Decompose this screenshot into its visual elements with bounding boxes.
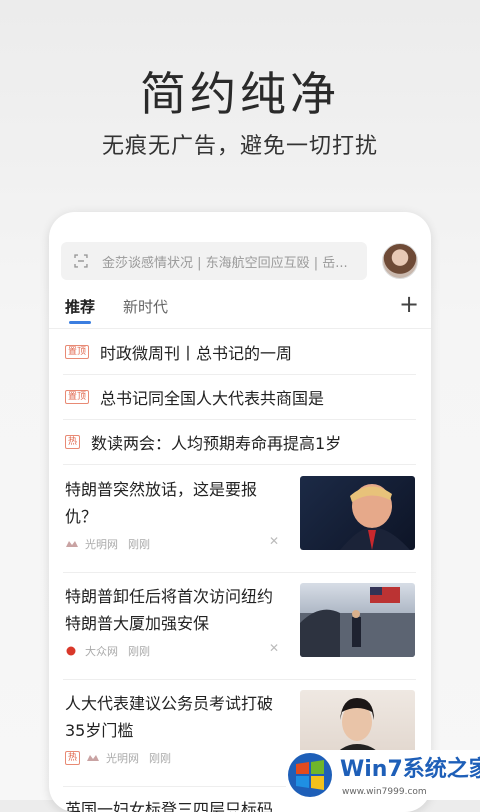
add-channel-button[interactable]: + bbox=[399, 290, 419, 318]
pinned-badge: 置顶 bbox=[65, 390, 90, 404]
news-title: 特朗普卸任后将首次访问纽约特朗普大厦加强安保 bbox=[65, 587, 274, 633]
search-bar[interactable]: 金莎谈感情状况 | 东海航空回应互殴 | 岳... bbox=[61, 242, 367, 280]
news-thumbnail bbox=[300, 583, 415, 657]
news-source: 大众网 bbox=[85, 645, 118, 658]
app-preview: 金莎谈感情状况 | 东海航空回应互殴 | 岳... 推荐 新时代 + 置顶 时政… bbox=[49, 212, 431, 812]
dismiss-icon[interactable]: ✕ bbox=[269, 534, 279, 548]
news-source: 光明网 bbox=[106, 752, 140, 765]
source-logo-icon bbox=[87, 755, 100, 761]
news-title: 英国一妇女标登三四层只标码 bbox=[65, 800, 274, 812]
pinned-badge: 置顶 bbox=[65, 345, 90, 359]
list-item[interactable]: 热 数读两会：人均预期寿命再提高1岁 bbox=[63, 420, 416, 465]
promo-headline: 简约纯净 bbox=[140, 67, 340, 121]
dismiss-icon[interactable]: ✕ bbox=[269, 641, 279, 655]
list-item-title: 时政微周刊丨总书记的一周 bbox=[100, 344, 293, 363]
hot-badge: 热 bbox=[65, 435, 81, 449]
promo-subline: 无痕无广告，避免一切打扰 bbox=[101, 134, 378, 159]
news-time: 刚刚 bbox=[149, 752, 172, 765]
win7-watermark: Win7系统之家 www.win7999.com bbox=[286, 750, 480, 800]
news-title: 特朗普突然放话，这是要报仇？ bbox=[65, 480, 258, 526]
watermark-brand: Win7系统之家 bbox=[340, 756, 480, 782]
list-item[interactable]: 置顶 时政微周刊丨总书记的一周 bbox=[63, 330, 416, 375]
tab-bar: 推荐 新时代 + bbox=[49, 290, 431, 328]
source-logo-icon bbox=[66, 541, 78, 547]
tab-new-era[interactable]: 新时代 bbox=[123, 296, 168, 317]
hot-badge: 热 bbox=[65, 751, 81, 765]
tab-recommend[interactable]: 推荐 bbox=[65, 296, 95, 317]
avatar[interactable] bbox=[382, 243, 418, 279]
news-time: 刚刚 bbox=[128, 645, 150, 658]
search-placeholder: 金莎谈感情状况 | 东海航空回应互殴 | 岳... bbox=[101, 255, 348, 271]
news-title: 人大代表建议公务员考试打破35岁门槛 bbox=[65, 694, 274, 740]
list-item[interactable]: 置顶 总书记同全国人大代表共商国是 bbox=[63, 375, 416, 420]
news-item[interactable]: 特朗普突然放话，这是要报仇？ 光明网 刚刚 ✕ bbox=[63, 466, 416, 573]
list-item-title: 总书记同全国人大代表共商国是 bbox=[100, 389, 325, 408]
news-meta: 热 光明网 刚刚 bbox=[65, 750, 171, 766]
list-item-title: 数读两会：人均预期寿命再提高1岁 bbox=[91, 434, 342, 453]
news-thumbnail bbox=[300, 476, 415, 550]
news-item[interactable]: 特朗普卸任后将首次访问纽约特朗普大厦加强安保 大众网 刚刚 ✕ bbox=[63, 573, 416, 680]
news-source: 光明网 bbox=[85, 538, 118, 551]
news-meta: 光明网 刚刚 bbox=[65, 536, 150, 552]
source-logo-icon bbox=[66, 646, 76, 656]
divider bbox=[49, 328, 431, 329]
tab-active-indicator bbox=[69, 321, 91, 324]
watermark-url: www.win7999.com bbox=[342, 787, 427, 797]
news-meta: 大众网 刚刚 bbox=[65, 643, 150, 659]
news-time: 刚刚 bbox=[128, 538, 150, 551]
scan-icon[interactable] bbox=[74, 254, 88, 268]
